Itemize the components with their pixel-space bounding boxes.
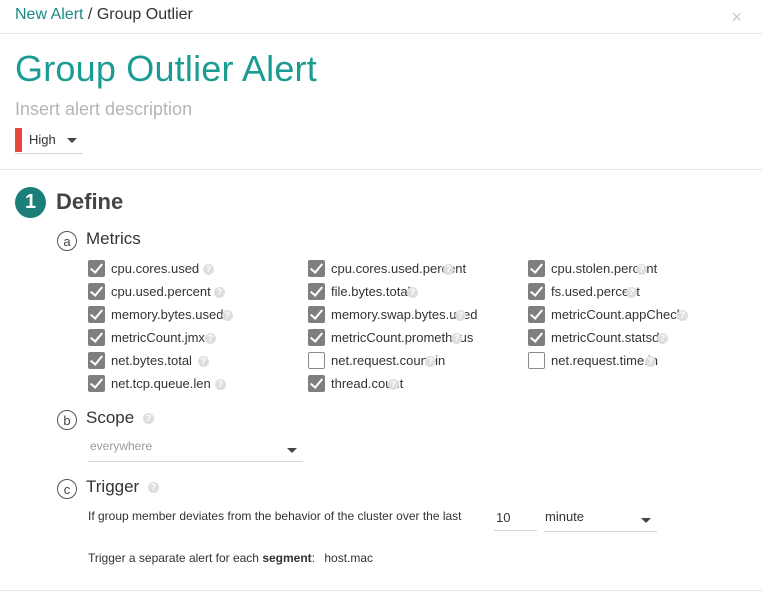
checkbox-checked[interactable] [88, 329, 105, 346]
chevron-down-icon [641, 518, 651, 523]
help-icon[interactable]: ? [205, 333, 216, 344]
metrics-title: Metrics [86, 229, 141, 248]
step-title: Define [56, 189, 124, 214]
checkbox-checked[interactable] [88, 306, 105, 323]
checkbox-checked[interactable] [308, 260, 325, 277]
help-icon[interactable]: ? [198, 356, 209, 367]
close-icon[interactable]: × [731, 7, 742, 28]
metric-label: metricCount.appCheck [551, 307, 684, 322]
trigger-letter-badge: c [57, 479, 77, 499]
help-icon[interactable]: ? [455, 310, 466, 321]
trigger-unit-value: minute [545, 509, 585, 524]
help-icon[interactable]: ? [657, 333, 668, 344]
checkbox-checked[interactable] [308, 375, 325, 392]
severity-dropdown[interactable]: High [15, 127, 83, 154]
help-icon[interactable]: ? [147, 482, 159, 494]
help-icon[interactable]: ? [215, 379, 226, 390]
breadcrumb-new-alert-link[interactable]: New Alert [15, 6, 83, 23]
severity-label: High [29, 132, 56, 147]
help-icon[interactable]: ? [142, 413, 154, 425]
metric-label: metricCount.statsd [551, 330, 660, 345]
severity-color-bar [15, 128, 22, 152]
footer-divider [0, 590, 762, 591]
help-icon[interactable]: ? [407, 287, 418, 298]
segment-prefix: Trigger a separate alert for each [88, 551, 259, 565]
chevron-down-icon [287, 448, 297, 453]
scope-title: Scope [86, 408, 135, 427]
scope-title-wrap: Scope ? [86, 408, 154, 428]
segment-value[interactable]: host.mac [324, 551, 373, 565]
metric-label: memory.bytes.used [111, 307, 224, 322]
checkbox-checked[interactable] [528, 329, 545, 346]
help-icon[interactable]: ? [203, 264, 214, 275]
trigger-title: Trigger [86, 477, 140, 496]
chevron-down-icon [67, 138, 77, 143]
metric-label: cpu.used.percent [111, 284, 211, 299]
checkbox-checked[interactable] [88, 375, 105, 392]
help-icon[interactable]: ? [636, 264, 647, 275]
trigger-duration-input[interactable] [494, 505, 537, 531]
help-icon[interactable]: ? [425, 356, 436, 367]
scope-letter-badge: b [57, 410, 77, 430]
checkbox-checked[interactable] [528, 306, 545, 323]
help-icon[interactable]: ? [677, 310, 688, 321]
alert-title[interactable]: Group Outlier Alert [15, 48, 317, 90]
trigger-title-wrap: Trigger ? [86, 477, 159, 497]
checkbox-checked[interactable] [308, 329, 325, 346]
help-icon[interactable]: ? [443, 264, 454, 275]
metrics-letter-badge: a [57, 231, 77, 251]
checkbox-checked[interactable] [528, 260, 545, 277]
help-icon[interactable]: ? [626, 287, 637, 298]
checkbox-checked[interactable] [308, 306, 325, 323]
segment-word: segment [262, 551, 312, 565]
trigger-unit-dropdown[interactable]: minute [544, 505, 657, 532]
alert-description-field[interactable]: Insert alert description [15, 99, 192, 120]
metric-label: net.request.time.in [551, 353, 658, 368]
scope-value: everywhere [90, 439, 153, 453]
checkbox-checked[interactable] [88, 260, 105, 277]
checkbox-unchecked[interactable] [308, 352, 325, 369]
metric-label: file.bytes.total [331, 284, 411, 299]
section-divider [0, 169, 762, 170]
segment-line: Trigger a separate alert for each segmen… [88, 551, 373, 565]
checkbox-unchecked[interactable] [528, 352, 545, 369]
help-icon[interactable]: ? [214, 287, 225, 298]
checkbox-checked[interactable] [88, 283, 105, 300]
step-number-badge: 1 [15, 187, 46, 218]
help-icon[interactable]: ? [451, 333, 462, 344]
help-icon[interactable]: ? [645, 356, 656, 367]
segment-colon: : [311, 551, 316, 565]
metric-label: metricCount.jmx [111, 330, 205, 345]
help-icon[interactable]: ? [388, 379, 399, 390]
metric-label: net.bytes.total [111, 353, 192, 368]
breadcrumb-current: Group Outlier [96, 6, 193, 23]
checkbox-checked[interactable] [528, 283, 545, 300]
trigger-description: If group member deviates from the behavi… [88, 509, 462, 523]
breadcrumb: New Alert / Group Outlier [15, 6, 193, 24]
header-bar: New Alert / Group Outlier × [0, 0, 762, 34]
checkbox-checked[interactable] [88, 352, 105, 369]
help-icon[interactable]: ? [222, 310, 233, 321]
scope-dropdown[interactable]: everywhere [88, 435, 303, 462]
breadcrumb-separator: / [87, 6, 93, 23]
metric-label: net.tcp.queue.len [111, 376, 211, 391]
metric-label: cpu.cores.used [111, 261, 200, 276]
checkbox-checked[interactable] [308, 283, 325, 300]
